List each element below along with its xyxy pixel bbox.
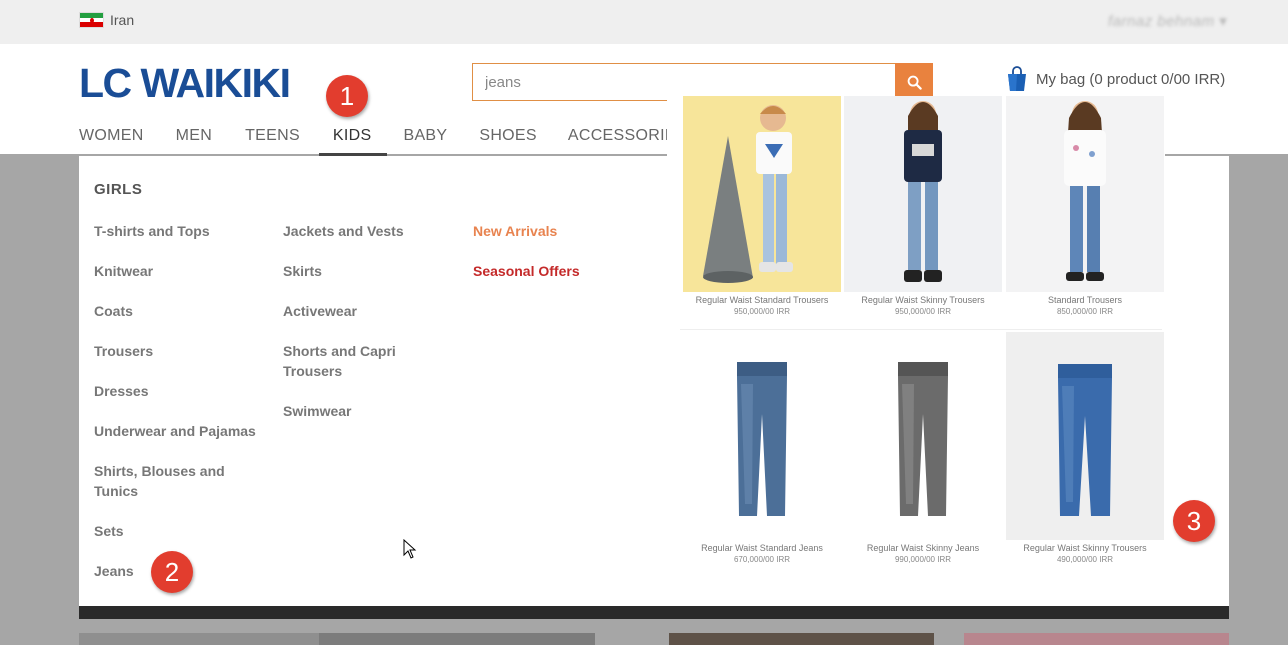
search-icon — [907, 75, 922, 90]
iran-flag-icon — [79, 12, 104, 28]
product-price: 670,000/00 IRR — [733, 555, 791, 564]
product-card[interactable]: Regular Waist Skinny Trousers 950,000/00… — [844, 96, 1002, 326]
product-price: 490,000/00 IRR — [1056, 555, 1114, 564]
menu-section-title: GIRLS — [94, 181, 143, 198]
background-banner-image — [964, 633, 1229, 645]
nav-kids[interactable]: KIDS — [319, 126, 387, 156]
menu-link[interactable]: Sets — [94, 521, 269, 541]
menu-link-seasonal-offers[interactable]: Seasonal Offers — [473, 261, 648, 281]
product-name: Regular Waist Skinny Jeans — [866, 543, 980, 553]
nav-shoes[interactable]: SHOES — [479, 126, 537, 154]
product-image — [844, 96, 1002, 292]
background-banner-image — [669, 633, 934, 645]
menu-link-new-arrivals[interactable]: New Arrivals — [473, 221, 648, 241]
product-image — [683, 344, 841, 540]
product-price: 990,000/00 IRR — [894, 555, 952, 564]
product-image — [1006, 96, 1164, 292]
user-account-link[interactable]: farnaz behnam ▾ — [1108, 12, 1227, 30]
background-banner-image — [319, 633, 595, 645]
menu-link[interactable]: Dresses — [94, 381, 269, 401]
product-card[interactable]: Regular Waist Skinny Jeans 990,000/00 IR… — [844, 344, 1002, 574]
product-row-divider — [680, 329, 1162, 330]
menu-link[interactable]: Skirts — [283, 261, 458, 281]
product-card[interactable]: Standard Trousers 850,000/00 IRR — [1006, 96, 1164, 326]
callout-badge-2: 2 — [151, 551, 193, 593]
top-bar: Iran farnaz behnam ▾ — [0, 0, 1288, 44]
product-card[interactable]: Regular Waist Standard Jeans 670,000/00 … — [683, 344, 841, 574]
nav-women[interactable]: WOMEN — [79, 126, 144, 154]
menu-link[interactable]: Knitwear — [94, 261, 269, 281]
shopping-bag-link[interactable]: My bag (0 product 0/00 IRR) — [1006, 66, 1225, 92]
background-banner-image — [79, 633, 319, 645]
user-name: farnaz behnam — [1108, 13, 1215, 30]
mouse-cursor-icon — [403, 539, 417, 559]
menu-link[interactable]: Shirts, Blouses and Tunics — [94, 461, 244, 501]
menu-link[interactable]: Shorts and Capri Trousers — [283, 341, 423, 381]
country-selector[interactable]: Iran — [79, 12, 134, 28]
lc-waikiki-logo[interactable]: LC WAIKIKI — [79, 61, 291, 105]
product-name: Standard Trousers — [1047, 295, 1123, 305]
product-image — [844, 344, 1002, 540]
product-price: 950,000/00 IRR — [894, 307, 952, 316]
menu-link[interactable]: Trousers — [94, 341, 269, 361]
bag-summary: My bag (0 product 0/00 IRR) — [1036, 70, 1226, 88]
product-card[interactable]: Regular Waist Skinny Trousers 490,000/00… — [1006, 332, 1164, 574]
menu-link[interactable]: Activewear — [283, 301, 458, 321]
product-name: Regular Waist Standard Jeans — [701, 543, 823, 553]
product-card[interactable]: Regular Waist Standard Trousers 950,000/… — [683, 96, 841, 326]
product-name: Regular Waist Skinny Trousers — [861, 295, 985, 305]
product-price: 950,000/00 IRR — [733, 307, 791, 316]
main-navigation: WOMEN MEN TEENS KIDS BABY SHOES ACCESSOR… — [79, 126, 687, 156]
callout-badge-1: 1 — [326, 75, 368, 117]
product-name: Regular Waist Standard Trousers — [695, 295, 829, 305]
menu-link[interactable]: Jackets and Vests — [283, 221, 458, 241]
menu-link[interactable]: Underwear and Pajamas — [94, 421, 274, 441]
country-label: Iran — [110, 12, 135, 28]
callout-badge-3: 3 — [1173, 500, 1215, 542]
product-price: 850,000/00 IRR — [1056, 307, 1114, 316]
menu-link[interactable]: Swimwear — [283, 401, 458, 421]
nav-men[interactable]: MEN — [176, 126, 212, 154]
menu-link[interactable]: Coats — [94, 301, 269, 321]
nav-baby[interactable]: BABY — [403, 126, 447, 154]
shopping-bag-icon — [1008, 66, 1026, 91]
product-image — [1006, 332, 1164, 540]
product-image — [683, 96, 841, 292]
menu-link[interactable]: T-shirts and Tops — [94, 221, 269, 241]
nav-teens[interactable]: TEENS — [245, 126, 300, 154]
background-banner-strip — [79, 605, 1229, 619]
product-name: Regular Waist Skinny Trousers — [1023, 543, 1147, 553]
